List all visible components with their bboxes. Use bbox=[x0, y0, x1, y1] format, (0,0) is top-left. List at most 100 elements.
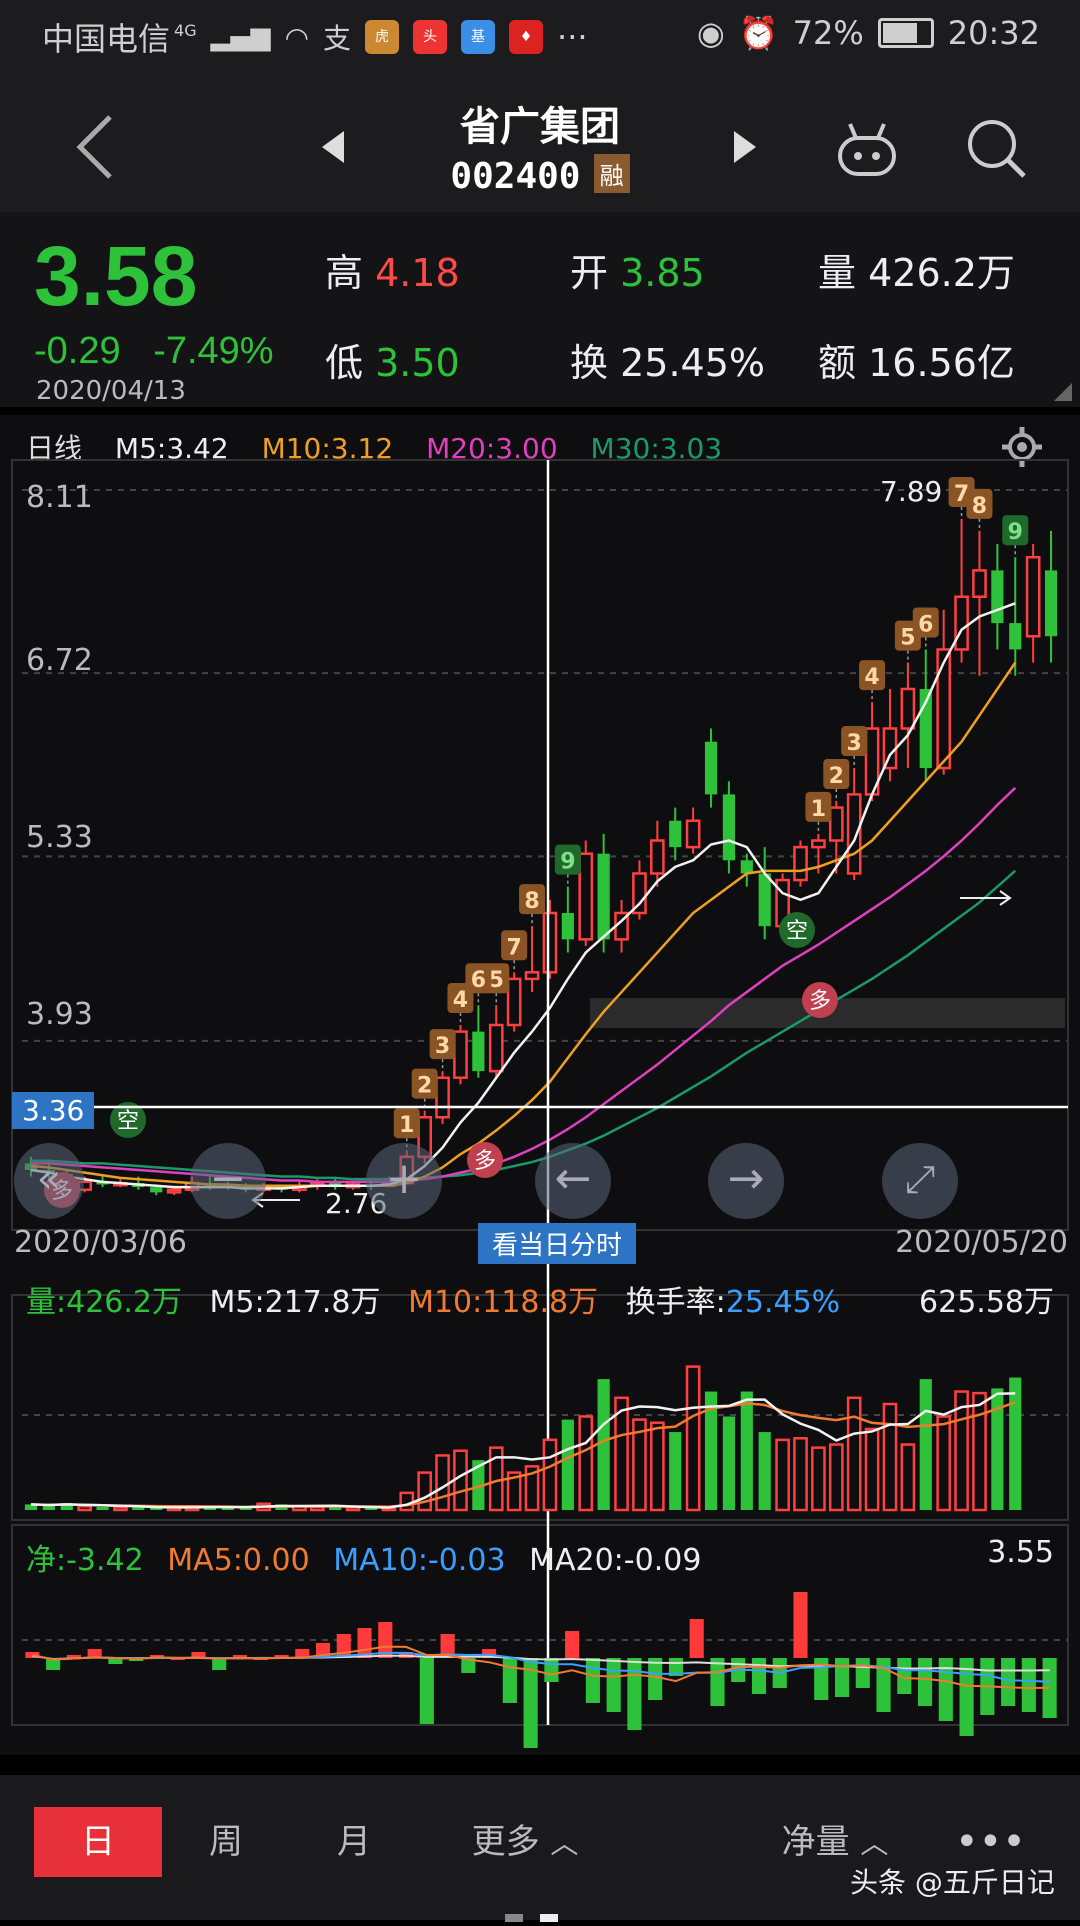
candle-body bbox=[758, 873, 771, 927]
td-signal-number: 8 bbox=[972, 494, 987, 519]
title-bar: 省广集团 002400 融 bbox=[0, 72, 1080, 212]
volume-bar bbox=[417, 1471, 433, 1512]
candle-body bbox=[597, 853, 610, 940]
candle-body bbox=[954, 595, 969, 651]
candle-body bbox=[1044, 570, 1058, 637]
candle-body bbox=[972, 569, 987, 598]
ma20-line bbox=[30, 786, 1017, 1184]
candle-body bbox=[704, 741, 718, 795]
volume-bar bbox=[453, 1449, 468, 1512]
alarm-icon: ⏰ bbox=[738, 14, 779, 52]
candle-body bbox=[166, 1188, 182, 1194]
kline-frame bbox=[11, 459, 1069, 1231]
volume-bar bbox=[900, 1443, 916, 1512]
search-icon[interactable] bbox=[962, 114, 1032, 184]
volume-ma10: M10:118.8万 bbox=[408, 1285, 599, 1320]
app-icon-tiger: 虎 bbox=[365, 20, 400, 54]
tab-month[interactable]: 月 bbox=[290, 1807, 418, 1877]
y-label-2: 6.72 bbox=[26, 643, 93, 678]
volume-bar bbox=[597, 1379, 610, 1510]
tab-more[interactable]: 更多 ︿ bbox=[440, 1807, 610, 1877]
signal-kong-2: 空 bbox=[786, 919, 808, 944]
expand-corner-icon[interactable] bbox=[1054, 383, 1072, 401]
price-change: -0.29 bbox=[34, 330, 121, 372]
eye-icon: ◉ bbox=[696, 14, 725, 52]
td-signal-number: 3 bbox=[435, 1034, 450, 1059]
watermark: 头条 @五斤日记 bbox=[850, 1866, 1055, 1899]
price-change-pct: -7.49% bbox=[153, 330, 274, 372]
volume-bar bbox=[132, 1507, 145, 1510]
scroll-right-button[interactable]: → bbox=[708, 1143, 784, 1219]
clock: 20:32 bbox=[947, 14, 1040, 52]
next-stock-icon[interactable] bbox=[730, 127, 760, 167]
volume-ma5: M5:217.8万 bbox=[209, 1285, 381, 1320]
page-indicator bbox=[505, 1907, 565, 1922]
candle-body bbox=[649, 839, 665, 875]
chart-area[interactable]: 日线 M5:3.42 M10:3.12 M20:3.00 M30:3.03 12… bbox=[0, 415, 1080, 1755]
td-signal-number: 2 bbox=[417, 1074, 432, 1099]
volume-bar bbox=[758, 1432, 771, 1510]
stock-name: 省广集团 bbox=[460, 104, 620, 150]
td-signal-number: 6 bbox=[918, 612, 933, 637]
tab-week[interactable]: 周 bbox=[162, 1807, 290, 1877]
signal-duo-2: 多 bbox=[474, 1149, 496, 1174]
volume-bar bbox=[561, 1419, 574, 1510]
netflow-bar bbox=[793, 1592, 808, 1658]
app-icon-red: ♦ bbox=[509, 20, 544, 54]
end-date-label: 2020/05/20 bbox=[895, 1225, 1068, 1260]
high-value: 4.18 bbox=[375, 251, 460, 295]
volume-bar bbox=[775, 1438, 790, 1512]
volume-bar bbox=[96, 1506, 109, 1510]
zoom-in-button[interactable]: + bbox=[366, 1143, 442, 1219]
td-signal-number: 4 bbox=[864, 665, 879, 690]
netflow-bar bbox=[502, 1658, 517, 1703]
quote-panel: 3.58 -0.29 -7.49% 2020/04/13 高 4.18 低 3.… bbox=[0, 212, 1080, 407]
volume-legend: 量:426.2万 M5:217.8万 M10:118.8万 换手率:25.45% bbox=[26, 1277, 840, 1321]
netflow-ma10: MA10:-0.03 bbox=[333, 1543, 506, 1578]
max-price-label: 7.89 bbox=[880, 475, 943, 508]
netflow-bar bbox=[212, 1658, 227, 1670]
netflow-bar bbox=[751, 1658, 767, 1694]
candle-body bbox=[472, 1031, 485, 1072]
volume-bar bbox=[882, 1402, 898, 1512]
td-signal-number: 6 bbox=[471, 968, 486, 993]
candle-body bbox=[435, 1076, 450, 1119]
low-label: 低 bbox=[325, 341, 364, 385]
candle-body bbox=[542, 911, 558, 974]
netflow-value: 净:-3.42 bbox=[26, 1543, 144, 1578]
tab-day[interactable]: 日 bbox=[34, 1807, 162, 1877]
netflow-bar bbox=[855, 1658, 870, 1688]
td-signal-number: 1 bbox=[399, 1113, 414, 1138]
volume-bar bbox=[811, 1446, 826, 1512]
low-value: 3.50 bbox=[375, 341, 460, 385]
turnover-label: 换 bbox=[570, 341, 609, 385]
volume-value: 426.2万 bbox=[868, 251, 1015, 295]
app-icon-toutiao: 头 bbox=[413, 20, 448, 54]
zoom-out-button[interactable]: − bbox=[190, 1143, 266, 1219]
signal-kong: 空 bbox=[117, 1109, 139, 1134]
open-value: 3.85 bbox=[620, 251, 705, 295]
open-label: 开 bbox=[570, 251, 609, 295]
candle-body bbox=[685, 819, 701, 849]
view-minute-button[interactable]: 看当日分时 bbox=[478, 1223, 637, 1264]
turnover-rate-label: 换手率: bbox=[625, 1285, 726, 1320]
td-signal-number: 4 bbox=[453, 988, 468, 1013]
netflow-bar bbox=[585, 1658, 600, 1703]
scroll-left-button[interactable]: ← bbox=[535, 1143, 611, 1219]
status-bar: 中国电信 4G ▂▄▆ ◠ 支 虎 头 基 ♦ ··· ◉ ⏰ 72% 20:3… bbox=[0, 0, 1080, 72]
y-label-max: 8.11 bbox=[26, 480, 93, 515]
robot-icon[interactable] bbox=[832, 114, 902, 184]
signal-duo: 多 bbox=[809, 989, 831, 1014]
candle-body bbox=[669, 820, 682, 848]
netflow-bar bbox=[1001, 1658, 1016, 1706]
fullscreen-button[interactable]: ⤢ bbox=[882, 1143, 958, 1219]
candle-body bbox=[524, 971, 540, 981]
amount-value: 16.56亿 bbox=[868, 341, 1015, 385]
volume-bar bbox=[578, 1415, 594, 1512]
candle-body bbox=[846, 793, 862, 875]
double-left-button[interactable]: « bbox=[14, 1143, 84, 1219]
td-signal-number: 9 bbox=[560, 850, 575, 875]
netflow-bar bbox=[689, 1619, 704, 1658]
volume-bar bbox=[113, 1505, 128, 1512]
wifi-icon: ◠ bbox=[284, 20, 310, 54]
